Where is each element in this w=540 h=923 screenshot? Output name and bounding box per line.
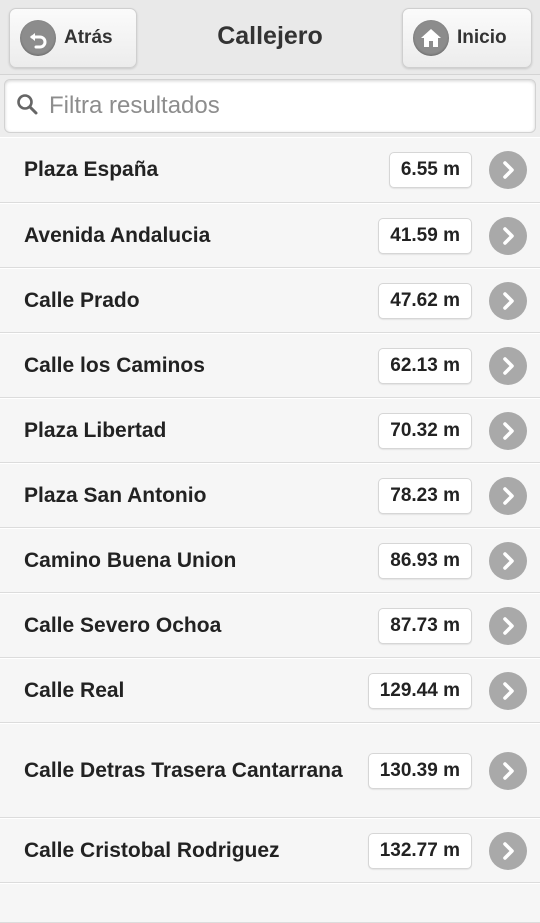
chevron-right-icon[interactable] — [489, 751, 527, 790]
search-icon — [15, 92, 39, 121]
street-name: Plaza Libertad — [24, 418, 167, 442]
street-name: Plaza España — [24, 158, 159, 181]
search-bar — [0, 75, 540, 137]
list-item[interactable] — [0, 883, 540, 923]
distance-badge: 70.32 m — [378, 412, 472, 449]
chevron-right-icon[interactable] — [489, 216, 527, 255]
street-name: Calle Prado — [24, 288, 140, 312]
list-item[interactable]: Camino Buena Union 86.93 m — [0, 528, 540, 593]
chevron-right-icon[interactable] — [489, 606, 527, 645]
street-name: Plaza San Antonio — [24, 483, 207, 507]
home-icon — [413, 20, 449, 56]
list-item[interactable]: Calle Severo Ochoa 87.73 m — [0, 593, 540, 658]
list-item[interactable]: Avenida Andalucia 41.59 m — [0, 203, 540, 268]
list-item[interactable]: Plaza España 6.55 m — [0, 137, 540, 203]
distance-badge: 78.23 m — [378, 477, 472, 514]
list-item[interactable]: Calle Cristobal Rodriguez 132.77 m — [0, 818, 540, 883]
distance-badge: 130.39 m — [367, 752, 472, 789]
street-name: Calle Detras Trasera Cantarrana — [24, 758, 343, 782]
chevron-right-icon[interactable] — [489, 411, 527, 450]
header-bar: Atrás Callejero Inicio — [0, 0, 540, 75]
chevron-right-icon[interactable] — [489, 281, 527, 320]
search-input[interactable] — [49, 92, 519, 120]
distance-badge: 62.13 m — [378, 347, 472, 384]
back-button-label: Atrás — [64, 27, 113, 48]
distance-badge: 132.77 m — [367, 832, 472, 869]
chevron-right-icon[interactable] — [489, 671, 527, 710]
distance-badge: 86.93 m — [378, 542, 472, 579]
list-item[interactable]: Calle Real 129.44 m — [0, 658, 540, 723]
street-name: Calle los Caminos — [24, 353, 205, 377]
street-name: Avenida Andalucia — [24, 223, 211, 247]
search-box[interactable] — [4, 79, 536, 133]
distance-badge: 129.44 m — [367, 672, 472, 709]
list-item[interactable]: Plaza Libertad 70.32 m — [0, 398, 540, 463]
home-button[interactable]: Inicio — [402, 8, 532, 68]
chevron-right-icon[interactable] — [489, 541, 527, 580]
street-list: Plaza España 6.55 m Avenida Andalucia 41… — [0, 137, 540, 923]
list-item[interactable]: Calle Detras Trasera Cantarrana 130.39 m — [0, 723, 540, 818]
list-item[interactable]: Calle los Caminos 62.13 m — [0, 333, 540, 398]
back-button[interactable]: Atrás — [9, 8, 137, 68]
street-name: Calle Severo Ochoa — [24, 613, 222, 637]
distance-badge: 41.59 m — [378, 217, 472, 254]
page-title: Callejero — [217, 22, 323, 50]
distance-badge: 47.62 m — [378, 282, 472, 319]
chevron-right-icon[interactable] — [489, 831, 527, 870]
distance-badge: 6.55 m — [388, 152, 472, 188]
list-item[interactable]: Calle Prado 47.62 m — [0, 268, 540, 333]
distance-badge: 87.73 m — [378, 607, 472, 644]
chevron-right-icon[interactable] — [489, 151, 527, 189]
chevron-right-icon[interactable] — [489, 346, 527, 385]
street-name: Calle Real — [24, 678, 125, 702]
street-name: Camino Buena Union — [24, 548, 237, 572]
street-name: Calle Cristobal Rodriguez — [24, 838, 280, 862]
chevron-right-icon[interactable] — [489, 476, 527, 515]
arrow-back-icon — [20, 20, 56, 56]
list-item[interactable]: Plaza San Antonio 78.23 m — [0, 463, 540, 528]
home-button-label: Inicio — [457, 27, 507, 48]
